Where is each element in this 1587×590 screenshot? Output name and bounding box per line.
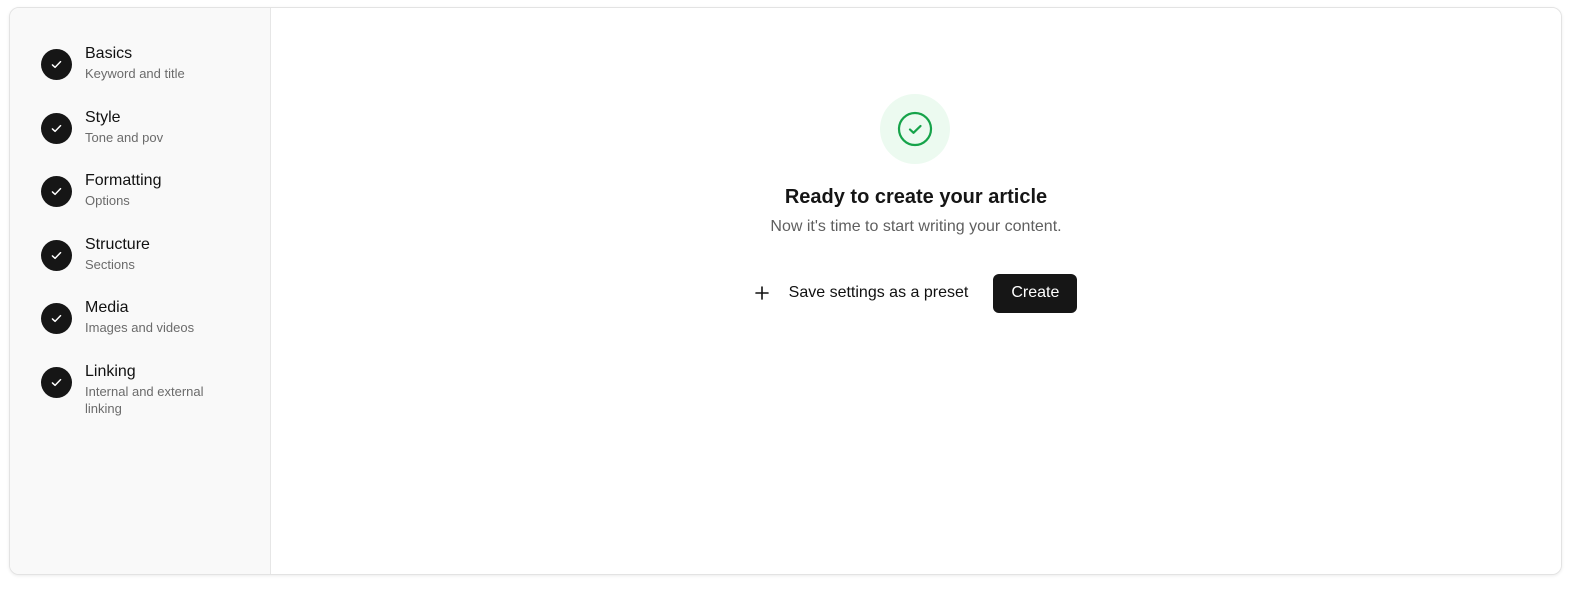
step-linking[interactable]: Linking Internal and external linking <box>10 362 270 429</box>
check-icon <box>41 366 72 398</box>
wizard-card: Basics Keyword and title Style Tone and … <box>9 7 1562 575</box>
step-text: Structure Sections <box>85 235 225 273</box>
step-subtitle: Sections <box>85 256 135 272</box>
save-preset-button[interactable]: Save settings as a preset <box>754 273 981 313</box>
page-subtitle: Now it's time to start writing your cont… <box>770 218 1062 235</box>
check-icon <box>41 239 72 271</box>
step-title: Media <box>85 299 129 316</box>
check-icon <box>41 303 72 334</box>
step-style[interactable]: Style Tone and pov <box>10 108 270 175</box>
step-title: Linking <box>85 362 136 380</box>
step-text: Basics Keyword and title <box>85 45 225 82</box>
steps-sidebar: Basics Keyword and title Style Tone and … <box>10 8 271 574</box>
step-basics[interactable]: Basics Keyword and title <box>10 45 270 111</box>
page-title: Ready to create your article <box>784 186 1048 208</box>
step-title: Basics <box>85 45 133 62</box>
step-subtitle: Images and videos <box>85 320 195 335</box>
step-text: Media Images and videos <box>85 299 225 336</box>
step-title: Formatting <box>85 172 162 189</box>
step-title: Structure <box>85 235 150 253</box>
step-subtitle: Options <box>85 193 130 208</box>
check-circle-icon <box>880 94 950 164</box>
check-icon <box>41 49 72 80</box>
step-text: Formatting Options <box>85 172 225 209</box>
step-subtitle: Internal and external linking <box>85 383 204 416</box>
step-subtitle: Tone and pov <box>85 129 164 145</box>
action-bar: Save settings as a preset Create <box>271 273 1561 313</box>
step-formatting[interactable]: Formatting Options <box>10 172 270 238</box>
check-icon <box>41 176 72 207</box>
create-button[interactable]: Create <box>993 273 1078 313</box>
step-text: Linking Internal and external linking <box>85 362 225 417</box>
check-icon <box>41 112 72 144</box>
step-structure[interactable]: Structure Sections <box>10 235 270 302</box>
plus-icon <box>754 286 769 300</box>
main-panel: Ready to create your article Now it's ti… <box>271 8 1561 574</box>
step-media[interactable]: Media Images and videos <box>10 299 270 365</box>
step-subtitle: Keyword and title <box>85 66 185 81</box>
step-title: Style <box>85 108 121 126</box>
save-preset-label: Save settings as a preset <box>788 284 969 301</box>
step-text: Style Tone and pov <box>85 108 225 146</box>
